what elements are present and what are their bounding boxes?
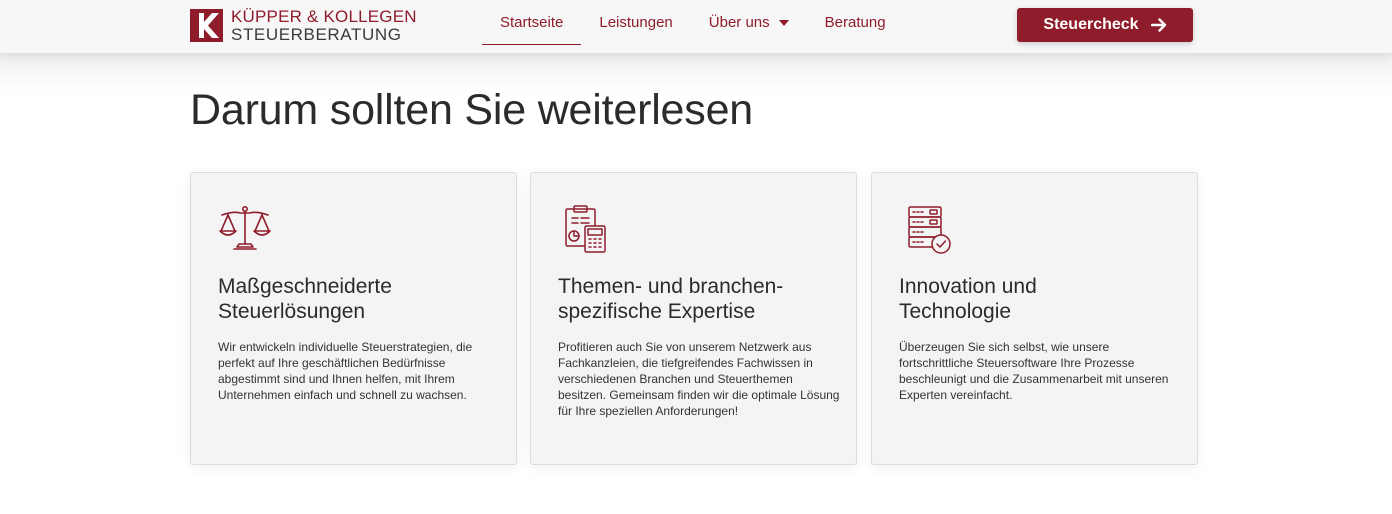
card-title-line: Maßgeschneiderte: [218, 275, 392, 298]
site-header: KÜPPER & KOLLEGEN STEUERBERATUNG Startse…: [0, 0, 1392, 53]
server-check-icon: [908, 206, 951, 254]
card-text: Überzeugen Sie sich selbst, wie unsere f…: [899, 340, 1169, 402]
feature-card-expertise: Themen- und branchen- spezifische Expert…: [530, 172, 857, 465]
nav-item-label: Beratung: [824, 14, 886, 31]
logo-company-subtitle: STEUERBERATUNG: [231, 24, 402, 44]
scales-icon: [219, 205, 271, 250]
steuercheck-button[interactable]: Steuercheck: [1017, 8, 1193, 42]
logo-company-name: KÜPPER & KOLLEGEN: [231, 6, 417, 26]
card-title: Innovation und Technologie: [899, 274, 1179, 324]
nav-item-ueber-uns[interactable]: Über uns: [691, 0, 807, 45]
card-title-line: Themen- und branchen-: [558, 275, 784, 298]
logo-mark-icon: [190, 8, 223, 42]
nav-item-beratung[interactable]: Beratung: [807, 0, 904, 45]
steuercheck-button-label: Steuercheck: [1043, 16, 1139, 33]
feature-card-innovation: Innovation und Technologie Überzeugen Si…: [871, 172, 1198, 465]
nav-item-leistungen[interactable]: Leistungen: [581, 0, 690, 45]
feature-card-steuerloesungen: Maßgeschneiderte Steuerlösungen Wir entw…: [190, 172, 517, 465]
card-title-line: Technologie: [899, 300, 1012, 323]
card-title-line: Steuerlösungen: [218, 300, 366, 323]
card-title-line: spezifische Expertise: [558, 300, 756, 323]
feature-cards: Maßgeschneiderte Steuerlösungen Wir entw…: [190, 172, 1198, 465]
nav-item-label: Leistungen: [599, 14, 673, 31]
nav-item-label: Startseite: [500, 13, 564, 31]
card-text: Profitieren auch Sie von unserem Netzwer…: [558, 340, 840, 418]
card-title-line: Innovation und: [899, 275, 1037, 298]
arrow-right-icon: [1150, 18, 1166, 32]
clipboard-calculator-icon: [565, 205, 606, 253]
card-title: Themen- und branchen- spezifische Expert…: [558, 274, 838, 324]
page-headline: Darum sollten Sie weiterlesen: [190, 86, 754, 134]
main-navigation: Startseite Leistungen Über uns Beratung: [482, 0, 904, 53]
company-logo[interactable]: KÜPPER & KOLLEGEN STEUERBERATUNG: [190, 8, 417, 43]
card-title: Maßgeschneiderte Steuerlösungen: [218, 274, 498, 324]
caret-down-icon: [778, 19, 789, 26]
logo-text: KÜPPER & KOLLEGEN STEUERBERATUNG: [231, 8, 417, 43]
nav-item-startseite[interactable]: Startseite: [482, 0, 582, 45]
nav-item-label: Über uns: [708, 14, 770, 31]
card-text: Wir entwickeln individuelle Steuerstrate…: [218, 340, 473, 402]
